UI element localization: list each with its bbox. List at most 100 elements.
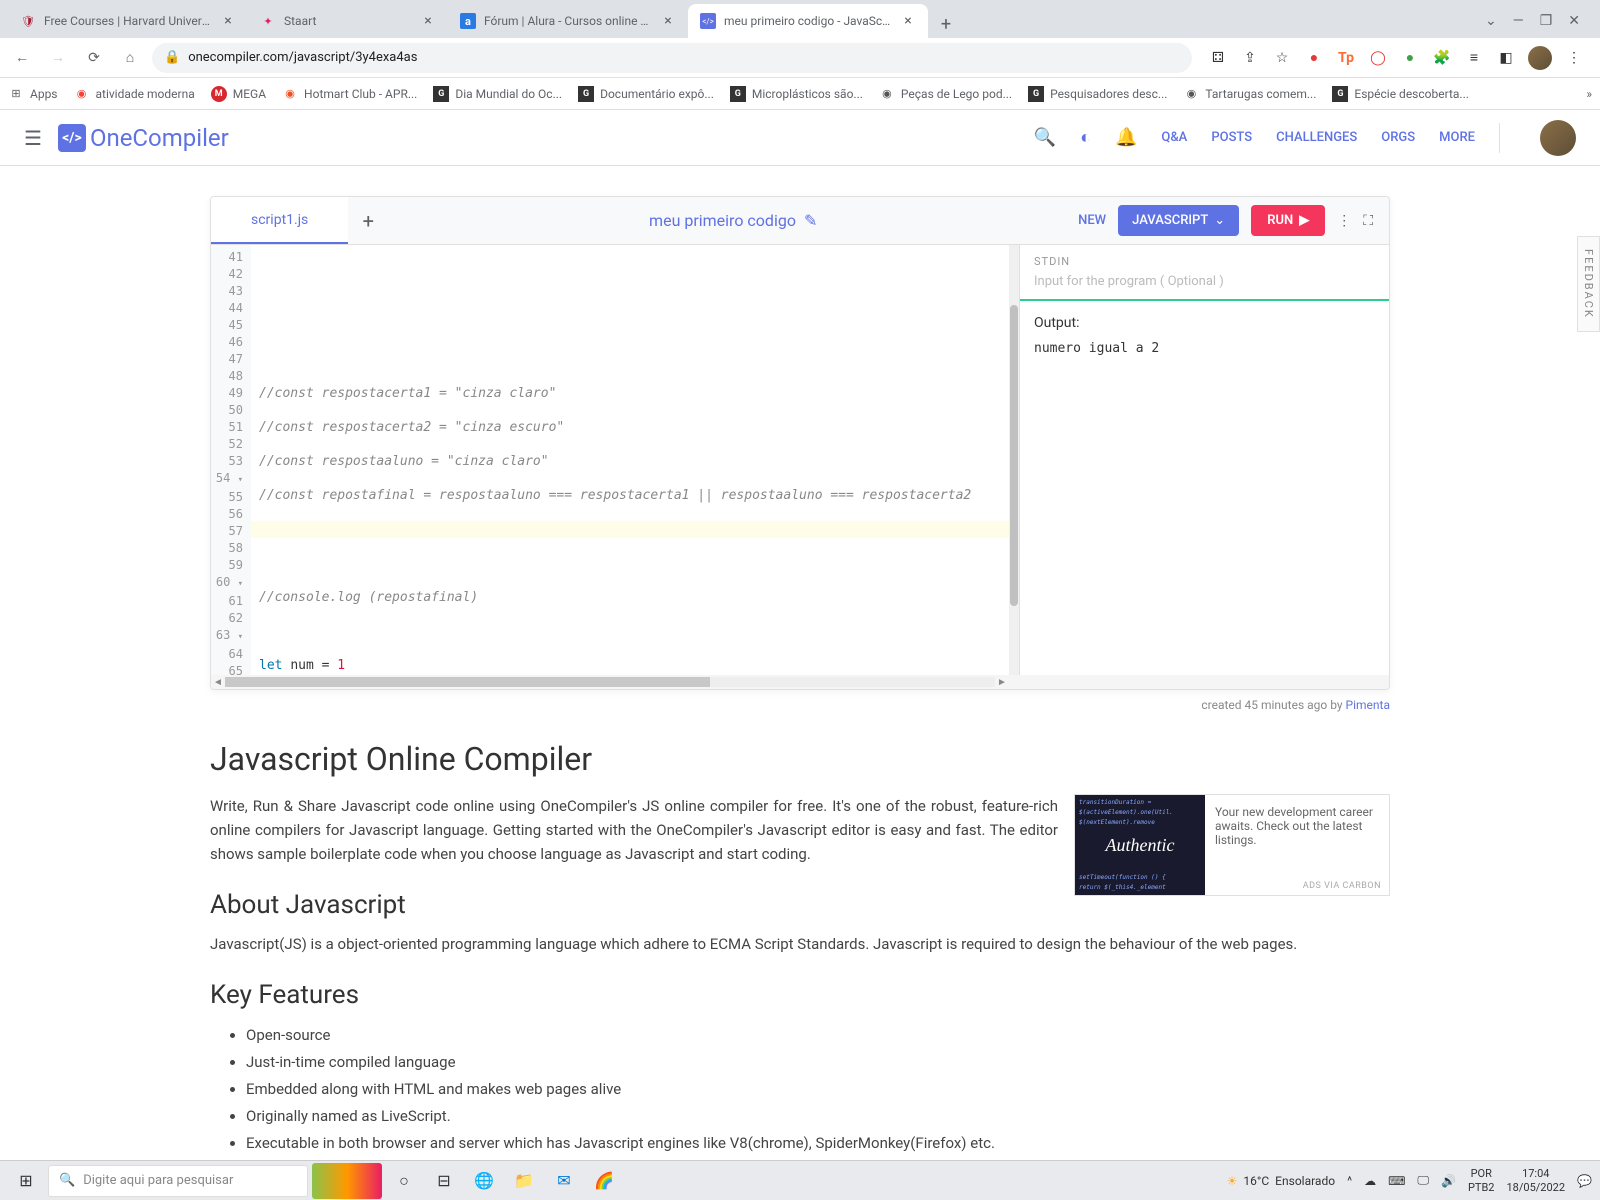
browser-tab[interactable]: 🛡 Free Courses | Harvard University × <box>8 4 248 38</box>
mail-icon[interactable]: ✉ <box>546 1163 582 1199</box>
extension-icon[interactable]: ● <box>1400 48 1420 68</box>
bookmark-item[interactable]: ◉atividade moderna <box>74 86 195 102</box>
search-icon[interactable]: 🔍 <box>1034 127 1056 148</box>
logo[interactable]: </> OneCompiler <box>58 124 229 152</box>
fullscreen-icon[interactable]: ⛶ <box>1363 213 1373 229</box>
close-icon[interactable]: × <box>900 13 916 29</box>
ad-box[interactable]: transitionDuration = $(activeElement).on… <box>1074 794 1390 896</box>
bookmark-apps[interactable]: ⊞Apps <box>8 86 58 102</box>
new-button[interactable]: NEW <box>1078 213 1106 228</box>
taskview-icon[interactable]: ⊟ <box>426 1163 462 1199</box>
more-icon[interactable]: ⋮ <box>1337 213 1351 229</box>
add-file-button[interactable]: + <box>348 197 388 244</box>
share-icon[interactable]: ⇪ <box>1240 48 1260 68</box>
maximize-icon[interactable]: ❐ <box>1540 13 1553 29</box>
project-title[interactable]: meu primeiro codigo ✎ <box>649 211 817 230</box>
reading-list-icon[interactable]: ≡ <box>1464 48 1484 68</box>
nav-qa[interactable]: Q&A <box>1161 130 1187 145</box>
output-panel: Output: numero igual a 2 <box>1020 301 1389 675</box>
file-tab[interactable]: script1.js <box>211 197 348 244</box>
user-avatar[interactable] <box>1540 120 1576 156</box>
author-link[interactable]: Pimenta <box>1346 698 1390 712</box>
extension-icon[interactable]: Tp <box>1336 48 1356 68</box>
browser-tab[interactable]: ✦ Staart × <box>248 4 448 38</box>
notifications-icon[interactable]: 💬 <box>1577 1174 1592 1188</box>
run-button[interactable]: RUN ▶ <box>1251 205 1325 236</box>
sidepanel-icon[interactable]: ◧ <box>1496 48 1516 68</box>
bookmark-item[interactable]: GPesquisadores desc... <box>1028 86 1167 102</box>
nav-more[interactable]: MORE <box>1439 130 1475 145</box>
bookmark-overflow[interactable]: » <box>1586 87 1592 101</box>
forward-button[interactable]: → <box>44 44 72 72</box>
keyboard-icon[interactable]: ⌨ <box>1388 1174 1405 1188</box>
chrome-icon[interactable]: 🌈 <box>586 1163 622 1199</box>
reload-button[interactable]: ⟳ <box>80 44 108 72</box>
minimize-icon[interactable]: — <box>1513 13 1524 29</box>
list-item: Originally named as LiveScript. <box>246 1103 1390 1130</box>
taskbar-widget[interactable] <box>312 1163 382 1199</box>
hamburger-icon[interactable]: ☰ <box>24 126 42 150</box>
explorer-icon[interactable]: 📁 <box>506 1163 542 1199</box>
app-header: ☰ </> OneCompiler 🔍 ◐ 🔔 Q&A POSTS CHALLE… <box>0 110 1600 166</box>
tray-chevron-icon[interactable]: ^ <box>1347 1174 1352 1188</box>
stdin-input[interactable]: Input for the program ( Optional ) <box>1034 274 1375 289</box>
new-tab-button[interactable]: + <box>932 10 960 38</box>
list-item: Just-in-time compiled language <box>246 1049 1390 1076</box>
language-select[interactable]: JAVASCRIPT ⌄ <box>1118 205 1239 236</box>
browser-tab[interactable]: a Fórum | Alura - Cursos online de × <box>448 4 688 38</box>
bookmark-item[interactable]: GMicroplásticos são... <box>730 86 863 102</box>
bell-icon[interactable]: 🔔 <box>1115 127 1137 148</box>
bookmark-item[interactable]: ◉Tartarugas comem... <box>1183 86 1316 102</box>
display-icon[interactable]: 🖵 <box>1417 1173 1429 1188</box>
code-content[interactable]: //const respostacerta1 = "cinza claro" /… <box>251 245 1019 675</box>
clock[interactable]: 17:04 18/05/2022 <box>1507 1167 1566 1193</box>
translate-icon[interactable]: ⚃ <box>1208 48 1228 68</box>
address-bar: ← → ⟳ ⌂ 🔒 onecompiler.com/javascript/3y4… <box>0 38 1600 78</box>
star-icon[interactable]: ☆ <box>1272 48 1292 68</box>
extensions-icon[interactable]: 🧩 <box>1432 48 1452 68</box>
chevron-down-icon[interactable]: ⌄ <box>1485 13 1497 29</box>
list-item: Embedded along with HTML and makes web p… <box>246 1076 1390 1103</box>
profile-avatar[interactable] <box>1528 46 1552 70</box>
feedback-tab[interactable]: FEEDBACK <box>1577 236 1600 332</box>
output-text: numero igual a 2 <box>1034 341 1375 356</box>
theme-icon[interactable]: ◐ <box>1080 127 1091 148</box>
home-button[interactable]: ⌂ <box>116 44 144 72</box>
nav-posts[interactable]: POSTS <box>1211 130 1252 145</box>
bookmark-item[interactable]: GDia Mundial do Oc... <box>433 86 562 102</box>
code-editor[interactable]: 4142434445464748495051525354 ▾5556575859… <box>211 245 1019 675</box>
tab-title: meu primeiro codigo - JavaScript <box>724 14 892 28</box>
start-button[interactable]: ⊞ <box>8 1163 44 1199</box>
nav-orgs[interactable]: ORGS <box>1381 130 1415 145</box>
taskbar-search[interactable]: 🔍 Digite aqui para pesquisar <box>48 1165 308 1197</box>
browser-tab-active[interactable]: </> meu primeiro codigo - JavaScript × <box>688 4 928 38</box>
bookmark-item[interactable]: ◉Hotmart Club - APR... <box>282 86 417 102</box>
onedrive-icon[interactable]: ☁ <box>1364 1174 1376 1188</box>
bookmark-item[interactable]: GEspécie descoberta... <box>1332 86 1469 102</box>
edge-icon[interactable]: 🌐 <box>466 1163 502 1199</box>
bookmark-item[interactable]: MMEGA <box>211 86 266 102</box>
extension-icon[interactable]: ● <box>1304 48 1324 68</box>
close-icon[interactable]: × <box>660 13 676 29</box>
scrollbar-horizontal[interactable]: ◄ ► <box>211 675 1389 689</box>
close-icon[interactable]: × <box>220 13 236 29</box>
extension-icon[interactable]: ◯ <box>1368 48 1388 68</box>
page-heading: Javascript Online Compiler <box>210 740 1390 778</box>
nav-challenges[interactable]: CHALLENGES <box>1276 130 1357 145</box>
ad-image: transitionDuration = $(activeElement).on… <box>1075 795 1205 895</box>
main-content: FEEDBACK script1.js + meu primeiro codig… <box>0 166 1600 1160</box>
volume-icon[interactable]: 🔊 <box>1441 1174 1456 1188</box>
menu-icon[interactable]: ⋮ <box>1564 48 1584 68</box>
close-window-icon[interactable]: ✕ <box>1568 13 1580 29</box>
edit-icon[interactable]: ✎ <box>804 211 817 230</box>
bookmark-item[interactable]: ◉Peças de Lego pod... <box>879 86 1012 102</box>
bookmark-item[interactable]: GDocumentário expô... <box>578 86 714 102</box>
url-input[interactable]: 🔒 onecompiler.com/javascript/3y4exa4as <box>152 43 1192 73</box>
cortana-icon[interactable]: ○ <box>386 1163 422 1199</box>
language-indicator[interactable]: POR PTB2 <box>1468 1167 1495 1193</box>
stdin-panel[interactable]: STDIN Input for the program ( Optional ) <box>1020 245 1389 301</box>
close-icon[interactable]: × <box>420 13 436 29</box>
tab-title: Fórum | Alura - Cursos online de <box>484 14 652 28</box>
weather-widget[interactable]: ☀ 16°C Ensolarado <box>1227 1174 1335 1188</box>
back-button[interactable]: ← <box>8 44 36 72</box>
